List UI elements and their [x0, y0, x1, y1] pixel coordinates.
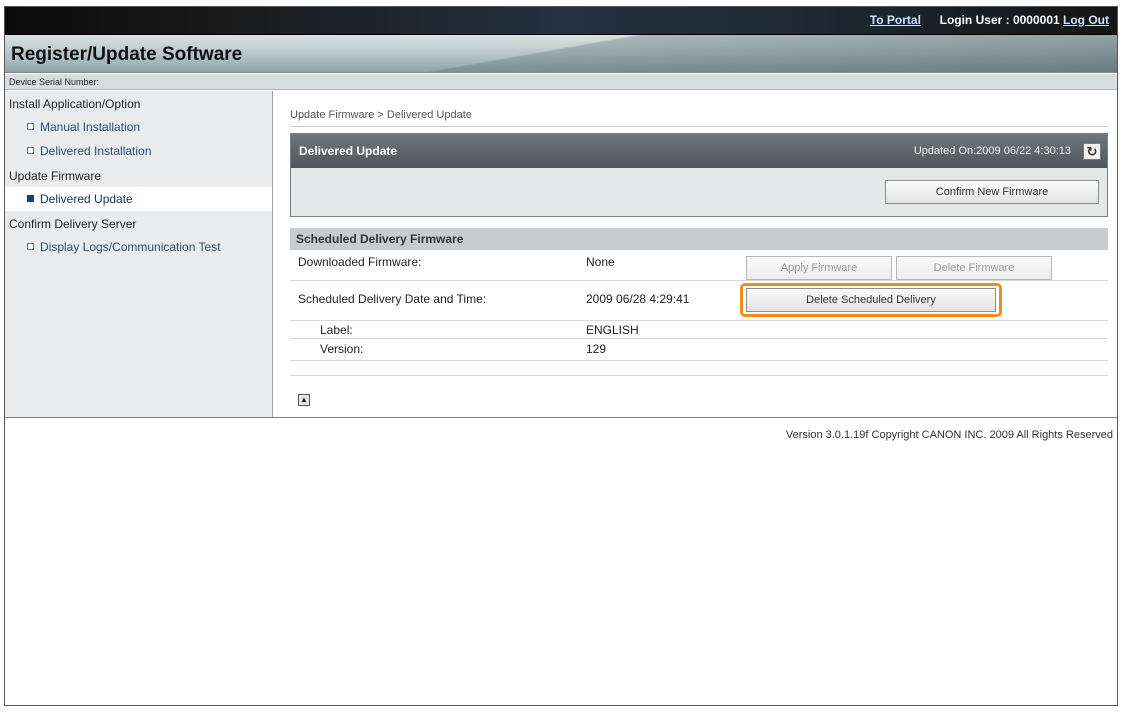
- label-value: ENGLISH: [586, 323, 639, 337]
- sidebar-section-install: Install Application/Option: [9, 97, 141, 111]
- device-serial-bar: Device Serial Number:: [5, 74, 1117, 90]
- sidebar-item-delivered-installation[interactable]: Delivered Installation: [5, 139, 272, 163]
- to-portal-link[interactable]: To Portal: [870, 13, 921, 27]
- downloaded-firmware-row: Downloaded Firmware: None Apply Firmware…: [290, 251, 1108, 281]
- device-serial-label: Device Serial Number:: [9, 77, 100, 87]
- apply-firmware-button[interactable]: Apply Firmware: [746, 256, 892, 280]
- user-nav: To Portal Login User : 0000001 Log Out: [870, 13, 1109, 27]
- back-to-top-icon[interactable]: ▲: [298, 394, 310, 406]
- bullet-icon: [27, 243, 34, 250]
- delete-firmware-button[interactable]: Delete Firmware: [896, 256, 1052, 280]
- bullet-icon: [27, 123, 34, 130]
- sidebar-item-label: Delivered Update: [40, 192, 133, 206]
- panel-title: Delivered Update: [299, 144, 398, 158]
- top-bar: To Portal Login User : 0000001 Log Out: [5, 7, 1117, 35]
- delivered-update-panel: Delivered Update Updated On:2009 06/22 4…: [290, 133, 1108, 217]
- panel-header: Delivered Update Updated On:2009 06/22 4…: [291, 134, 1107, 168]
- label-row: Label: ENGLISH: [290, 321, 1108, 339]
- scheduled-date-value: 2009 06/28 4:29:41: [586, 292, 690, 306]
- panel-body: Confirm New Firmware: [291, 168, 1107, 216]
- breadcrumb-divider: [290, 126, 1108, 127]
- sidebar-item-label: Display Logs/Communication Test: [40, 240, 221, 254]
- bullet-icon: [27, 195, 34, 202]
- scheduled-delivery-header: Scheduled Delivery Firmware: [290, 228, 1108, 250]
- content-bottom-divider: [5, 417, 1117, 418]
- app-window: To Portal Login User : 0000001 Log Out R…: [4, 6, 1118, 706]
- bullet-icon: [27, 147, 34, 154]
- sidebar-item-delivered-update[interactable]: Delivered Update: [5, 187, 272, 211]
- updated-timestamp: Updated On:2009 06/22 4:30:13: [913, 145, 1071, 157]
- label-label: Label:: [320, 323, 353, 337]
- delete-scheduled-delivery-button[interactable]: Delete Scheduled Delivery: [746, 288, 996, 312]
- version-label: Version:: [320, 342, 364, 356]
- logout-link[interactable]: Log Out: [1063, 13, 1109, 27]
- downloaded-firmware-value: None: [586, 255, 615, 269]
- sidebar-section-confirm-delivery-server: Confirm Delivery Server: [9, 217, 137, 231]
- scheduled-date-row: Scheduled Delivery Date and Time: 2009 0…: [290, 281, 1108, 321]
- main-content: Update Firmware > Delivered Update Deliv…: [274, 91, 1117, 417]
- sidebar-item-label: Manual Installation: [40, 120, 141, 134]
- sidebar-section-update-firmware: Update Firmware: [9, 169, 102, 183]
- sidebar-item-manual-installation[interactable]: Manual Installation: [5, 115, 272, 139]
- title-band: Register/Update Software: [5, 35, 1117, 73]
- login-user-label: Login User : 0000001: [939, 13, 1060, 27]
- copyright-footer: Version 3.0.1.19f Copyright CANON INC. 2…: [785, 429, 1113, 441]
- section-divider: [290, 375, 1108, 376]
- version-row: Version: 129: [290, 339, 1108, 361]
- title-band-decoration: [257, 35, 1117, 72]
- downloaded-firmware-label: Downloaded Firmware:: [298, 255, 422, 269]
- refresh-icon[interactable]: ↻: [1083, 143, 1101, 160]
- version-value: 129: [586, 342, 607, 356]
- breadcrumb: Update Firmware > Delivered Update: [290, 109, 472, 121]
- sidebar-item-display-logs[interactable]: Display Logs/Communication Test: [5, 235, 272, 259]
- sidebar: Install Application/Option Manual Instal…: [5, 91, 273, 417]
- scheduled-date-label: Scheduled Delivery Date and Time:: [298, 292, 487, 306]
- confirm-new-firmware-button[interactable]: Confirm New Firmware: [885, 180, 1099, 204]
- sidebar-item-label: Delivered Installation: [40, 144, 152, 158]
- page-title: Register/Update Software: [11, 44, 243, 65]
